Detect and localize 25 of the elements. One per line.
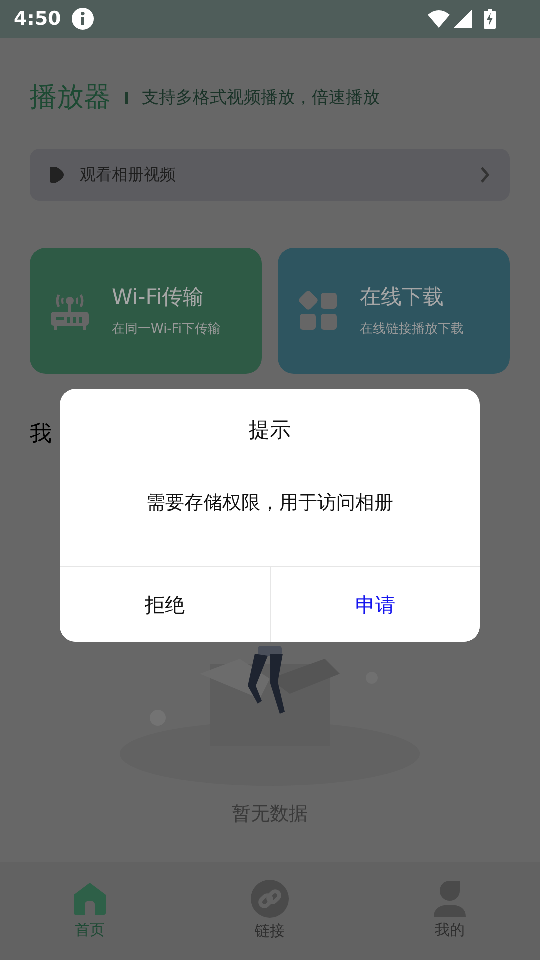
nav-tab[interactable]: 首页 (0, 862, 180, 960)
status-time: 4:50 (14, 6, 62, 32)
link-icon (251, 880, 289, 918)
play-icon (50, 166, 64, 182)
battery-charging-icon (484, 9, 496, 29)
card-subtitle: 在线链接播放下载 (360, 320, 464, 338)
card-title: Wi-Fi传输 (112, 284, 206, 311)
home-icon (72, 880, 108, 917)
section-title: 我 (30, 420, 52, 448)
wifi-icon (428, 10, 450, 28)
card-title: 在线下载 (360, 284, 445, 311)
card-subtitle: 在同一Wi-Fi下传输 (112, 320, 222, 338)
album-video-button[interactable]: 观看相册视频 (30, 148, 510, 200)
app-subtitle: 支持多格式视频播放，倍速播放 (142, 86, 380, 110)
apps-grid-icon (298, 290, 338, 330)
info-icon (71, 7, 96, 31)
feature-card[interactable]: 在线下载 在线链接播放下载 (278, 248, 510, 374)
dialog-message: 需要存储权限，用于访问相册 (146, 490, 394, 516)
user-icon (432, 880, 468, 917)
feature-card[interactable]: Wi-Fi传输 在同一Wi-Fi下传输 (30, 248, 262, 374)
dialog-title: 提示 (248, 417, 292, 444)
signal-icon (454, 10, 472, 28)
confirm-button[interactable]: 申请 (270, 567, 480, 642)
app-title: 播放器 (30, 81, 111, 115)
chevron-right-icon (480, 166, 490, 182)
